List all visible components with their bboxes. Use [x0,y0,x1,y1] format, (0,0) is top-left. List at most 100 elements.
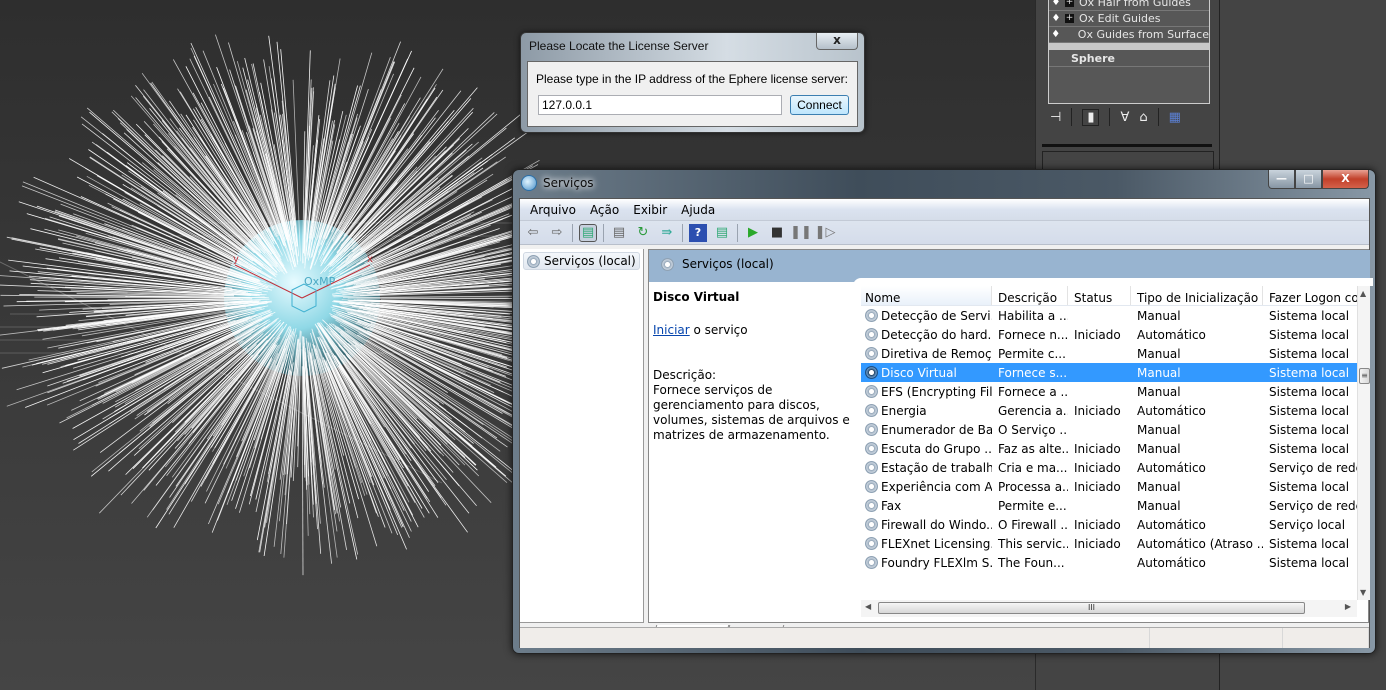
service-row[interactable]: Estação de trabalho Cria e ma... Iniciado A… [861,458,1369,477]
service-row[interactable]: Detecção de Servi... Habilita a ... Manual… [861,306,1369,325]
service-name: EFS (Encrypting Fil... [881,384,992,399]
window-title: Serviços [521,175,594,191]
service-name: Detecção do hard... [881,327,992,342]
service-row[interactable]: Disco Virtual Fornece s... Manual Sistema l… [861,363,1369,382]
cell-descricao: O Serviço ... [998,422,1068,437]
stop-service-icon[interactable]: ■ [768,224,786,242]
close-button[interactable]: x [816,33,858,50]
service-row[interactable]: Diretiva de Remoç... Permite c... Manual Si… [861,344,1369,363]
cell-descricao: This servic... [998,536,1068,551]
scroll-left-icon[interactable]: ◀ [865,602,871,611]
column-header-status[interactable]: Status [1068,286,1131,305]
modifier-item[interactable]: ♦ Ox Guides from Surface [1049,27,1209,43]
cell-tipo: Automático [1137,555,1206,570]
axis-y-label: y [233,254,239,265]
cell-tipo: Manual [1137,384,1181,399]
scroll-thumb[interactable]: III [878,602,1305,614]
export-list-icon[interactable]: ⇛ [658,224,676,242]
service-row[interactable]: Foundry FLEXlm S... The Foun... Automático… [861,553,1369,572]
close-button[interactable]: X [1322,170,1369,189]
services-icon [521,175,537,191]
pin-stack-icon[interactable]: ⊣ [1050,110,1061,125]
service-row[interactable]: FLEXnet Licensing... This servic... Inicia… [861,534,1369,553]
back-icon[interactable]: ⇦ [524,224,542,242]
banner-title: Serviços (local) [682,257,774,271]
cell-descricao: Permite e... [998,498,1067,513]
properties-icon[interactable]: ▤ [610,224,628,242]
menu-ajuda[interactable]: Ajuda [681,203,715,217]
base-object-item[interactable]: Sphere [1049,50,1209,67]
resume-service-icon[interactable]: ❚▷ [815,224,836,242]
menu-exibir[interactable]: Exibir [633,203,667,217]
column-header-descricao[interactable]: Descrição [992,286,1068,305]
configure-modifier-sets-icon[interactable]: ▦ [1169,110,1181,125]
show-hide-action-pane-icon[interactable]: ▤ [713,224,731,242]
ip-address-input[interactable] [538,95,782,115]
lightbulb-icon[interactable]: ♦ [1049,11,1063,26]
minimize-button[interactable]: — [1268,170,1295,189]
horizontal-scrollbar[interactable]: ◀ III ▶ [861,600,1357,617]
maximize-button[interactable]: □ [1295,170,1322,189]
service-row[interactable]: Energia Gerencia a... Iniciado Automático Si… [861,401,1369,420]
cell-status: Iniciado [1074,460,1121,475]
show-hide-console-tree-icon[interactable]: ▤ [579,223,597,242]
list-header: Nome Descrição Status Tipo de Inicializa… [861,286,1369,306]
modifier-label: Ox Edit Guides [1079,12,1161,25]
dialog-body: Please type in the IP address of the Eph… [527,61,858,127]
column-header-tipo[interactable]: Tipo de Inicialização [1131,286,1263,305]
cell-descricao: Fornece s... [998,365,1068,380]
service-name: Escuta do Grupo ... [881,441,992,456]
vertical-scrollbar[interactable]: ▲ ≡ ▼ [1357,286,1370,600]
start-service-link[interactable]: Iniciar [653,323,690,337]
cell-logon: Serviço de rede [1269,460,1358,475]
service-row[interactable]: Escuta do Grupo ... Faz as alte... Iniciad… [861,439,1369,458]
cell-nome: Fax [861,499,992,513]
gear-icon [865,385,878,398]
cell-tipo: Manual [1137,441,1181,456]
cell-nome: Diretiva de Remoç... [861,347,992,361]
scroll-right-icon[interactable]: ▶ [1345,602,1351,611]
refresh-icon[interactable]: ↻ [634,224,652,242]
lightbulb-icon[interactable]: ♦ [1049,0,1063,10]
service-row[interactable]: Firewall do Windo... O Firewall ... Inicia… [861,515,1369,534]
cell-status: Iniciado [1074,327,1121,342]
cell-status: Iniciado [1074,479,1121,494]
cell-nome: Detecção do hard... [861,328,992,342]
modifier-item[interactable]: ♦ + Ox Edit Guides [1049,11,1209,27]
scroll-thumb[interactable]: ≡ [1359,368,1370,384]
menu-arquivo[interactable]: Arquivo [530,203,576,217]
help-icon[interactable]: ? [689,223,707,242]
column-header-nome[interactable]: Nome [861,286,992,305]
start-service-icon[interactable]: ▶ [744,224,762,242]
modifier-item[interactable]: ♦ + Ox Hair from Guides [1049,0,1209,11]
pause-service-icon[interactable]: ❚❚ [790,224,812,242]
tree-node-services-local[interactable]: Serviços (local) [523,252,640,270]
cell-tipo: Manual [1137,308,1181,323]
service-row[interactable]: Detecção do hard... Fornece n... Iniciado A… [861,325,1369,344]
forward-icon[interactable]: ⇨ [548,224,566,242]
expand-icon[interactable]: + [1065,0,1074,7]
make-unique-icon[interactable]: ∀ [1120,110,1129,125]
scroll-up-icon[interactable]: ▲ [1360,289,1366,298]
column-header-logon[interactable]: Fazer Logon cor [1263,286,1358,305]
show-end-result-icon[interactable]: ▮ [1082,108,1100,126]
service-name: Experiência com A... [881,479,992,494]
cell-logon: Sistema local [1269,327,1350,342]
expand-icon[interactable]: + [1065,14,1074,23]
lightbulb-icon[interactable]: ♦ [1049,27,1062,42]
connect-button[interactable]: Connect [790,95,849,115]
gear-icon [865,556,878,569]
cell-nome: Firewall do Windo... [861,518,992,532]
service-row[interactable]: Experiência com A... Processa a... Iniciad… [861,477,1369,496]
gear-icon [865,461,878,474]
toolbar: ⇦ ⇨ ▤ ▤ ↻ ⇛ ? ▤ ▶ ■ ❚❚ ❚▷ [520,221,1369,245]
menu-acao[interactable]: Ação [590,203,619,217]
service-row[interactable]: EFS (Encrypting Fil... Fornece a ... Manua… [861,382,1369,401]
service-row[interactable]: Fax Permite e... Manual Serviço de rede [861,496,1369,515]
scroll-down-icon[interactable]: ▼ [1360,588,1366,597]
services-list: Nome Descrição Status Tipo de Inicializa… [861,286,1369,600]
cell-tipo: Automático [1137,327,1206,342]
hair-strand [96,175,243,260]
remove-modifier-icon[interactable]: ⌂ [1139,110,1147,125]
service-row[interactable]: Enumerador de Ba... O Serviço ... Manual Si… [861,420,1369,439]
